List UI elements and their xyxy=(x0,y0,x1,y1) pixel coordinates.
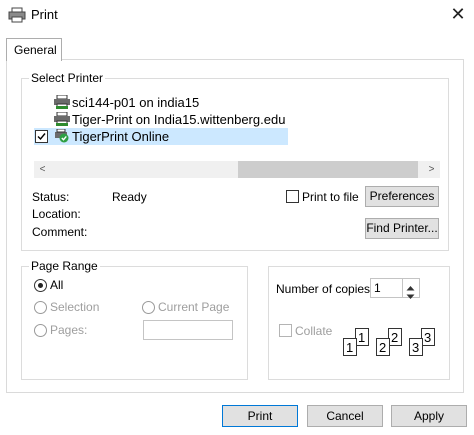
selection-label: Selection xyxy=(50,300,100,314)
find-printer-button[interactable]: Find Printer... xyxy=(365,218,439,239)
printer-name: Tiger-Print on India15.wittenberg.edu xyxy=(72,112,286,127)
page-number: 1 xyxy=(346,340,354,355)
page-icon: 1 xyxy=(343,338,357,356)
copies-label: Number of copies: xyxy=(276,282,374,296)
current-page-label: Current Page xyxy=(158,300,230,314)
scroll-left-icon[interactable]: < xyxy=(34,161,51,178)
title-bar: Print ✕ xyxy=(0,0,474,30)
printer-item-tigerprint-online[interactable]: TigerPrint Online xyxy=(34,128,288,145)
printer-item-tiger-print[interactable]: Tiger-Print on India15.wittenberg.edu xyxy=(34,111,288,128)
page-range-legend: Page Range xyxy=(29,259,100,273)
page-number: 2 xyxy=(379,340,387,355)
printer-name: sci144-p01 on india15 xyxy=(72,95,200,110)
scroll-right-icon[interactable]: > xyxy=(423,161,440,178)
collate-illustration: 1 1 2 2 3 3 xyxy=(343,328,443,362)
close-icon[interactable]: ✕ xyxy=(446,3,470,25)
page-number: 3 xyxy=(412,340,420,355)
default-printer-icon xyxy=(54,128,70,143)
default-printer-checkbox[interactable] xyxy=(35,130,48,143)
printer-name: TigerPrint Online xyxy=(72,129,170,144)
page-icon: 3 xyxy=(409,338,423,356)
status-label: Status: xyxy=(32,190,70,204)
apply-button[interactable]: Apply xyxy=(391,405,467,427)
all-radio[interactable] xyxy=(34,279,47,292)
printer-item-sci144[interactable]: sci144-p01 on india15 xyxy=(34,94,288,111)
pages-radio[interactable] xyxy=(34,324,47,337)
page-icon: 2 xyxy=(376,338,390,356)
collate-label: Collate xyxy=(295,324,333,338)
preferences-button[interactable]: Preferences xyxy=(365,186,439,207)
page-number: 3 xyxy=(424,330,432,345)
collate-checkbox[interactable] xyxy=(279,324,292,337)
selection-radio[interactable] xyxy=(34,301,47,314)
print-to-file-checkbox[interactable] xyxy=(286,190,299,203)
current-page-radio[interactable] xyxy=(142,301,155,314)
all-label: All xyxy=(50,278,64,292)
stepper-down-icon[interactable] xyxy=(406,289,415,303)
page-number: 1 xyxy=(358,330,366,345)
tab-general[interactable]: General xyxy=(6,38,62,61)
pages-input[interactable] xyxy=(143,320,233,340)
copies-stepper[interactable] xyxy=(402,278,419,299)
print-to-file-label: Print to file xyxy=(302,190,359,204)
pages-label: Pages: xyxy=(50,323,88,337)
printer-icon xyxy=(8,7,26,23)
printer-icon xyxy=(54,111,70,126)
status-value: Ready xyxy=(112,190,147,204)
page-number: 2 xyxy=(391,330,399,345)
printer-icon xyxy=(54,94,70,109)
scrollbar-thumb[interactable] xyxy=(238,161,418,178)
print-button[interactable]: Print xyxy=(222,405,298,427)
copies-value: 1 xyxy=(374,281,381,295)
tab-label: General xyxy=(14,43,57,57)
cancel-button[interactable]: Cancel xyxy=(307,405,383,427)
location-label: Location: xyxy=(32,207,81,221)
page-icon: 2 xyxy=(388,328,402,346)
window-title: Print xyxy=(31,7,58,22)
page-icon: 1 xyxy=(355,328,369,346)
select-printer-legend: Select Printer xyxy=(29,71,106,85)
comment-label: Comment: xyxy=(32,225,88,239)
page-icon: 3 xyxy=(421,328,435,346)
